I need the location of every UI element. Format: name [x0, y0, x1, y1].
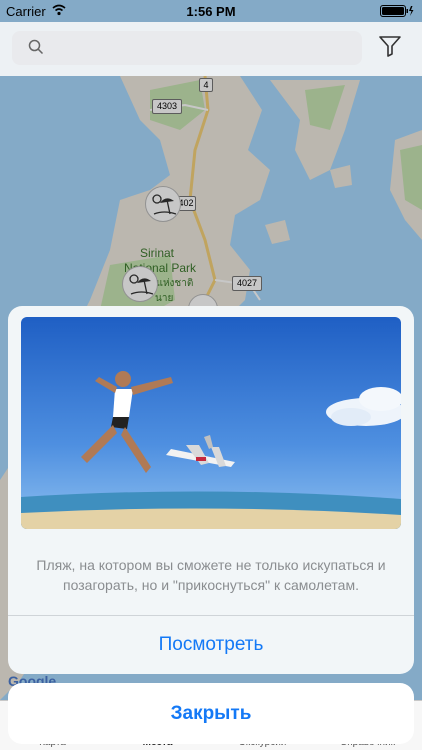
filter-icon[interactable]: [378, 34, 402, 58]
battery-icon: [380, 5, 414, 17]
status-bar: Carrier 1:56 PM: [0, 0, 422, 22]
close-button[interactable]: Закрыть: [8, 683, 414, 744]
place-photo: [21, 317, 401, 529]
clock: 1:56 PM: [186, 4, 236, 19]
place-card: Пляж, на котором вы сможете не только ис…: [8, 306, 414, 674]
place-description: Пляж, на котором вы сможете не только ис…: [36, 557, 386, 593]
search-input[interactable]: [12, 31, 362, 65]
search-icon: [28, 39, 44, 55]
beach-plane-photo: [21, 317, 401, 529]
search-header: [0, 22, 422, 76]
view-button[interactable]: Посмотреть: [8, 616, 414, 674]
